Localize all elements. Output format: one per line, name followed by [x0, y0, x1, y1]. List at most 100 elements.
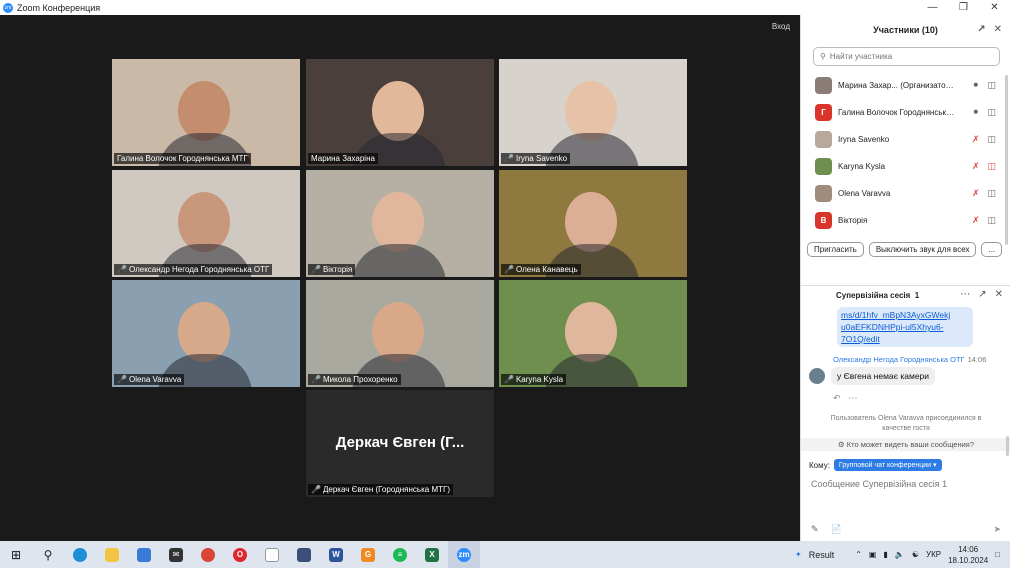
message-more-icon[interactable]: ⋯	[849, 393, 858, 404]
chat-more-icon[interactable]: ⋯	[960, 289, 970, 300]
clock[interactable]: 14:06 18.10.2024	[948, 544, 988, 566]
mic-muted-icon[interactable]: ✗	[972, 161, 980, 172]
participant-avatar	[815, 158, 832, 175]
notifications-icon[interactable]: □	[995, 550, 1000, 559]
mic-muted-icon[interactable]: ✗	[972, 215, 980, 226]
app-orange-icon[interactable]: G	[352, 541, 384, 568]
battery-icon[interactable]: ▮	[883, 550, 887, 559]
start-icon[interactable]: ⊞	[0, 541, 32, 568]
mic-muted-icon: 🎤	[117, 375, 127, 384]
word-icon[interactable]: W	[320, 541, 352, 568]
mic-muted-icon: 🎤	[504, 154, 514, 163]
participant-video	[306, 59, 494, 166]
chat-title: Супервізійна сесія	[836, 290, 911, 300]
tile-name-label: 🎤 Микола Прохоренко	[308, 374, 401, 385]
recipient-select[interactable]: Групповой чат конференции ▾	[833, 459, 942, 471]
participant-row[interactable]: Olena Varavva ✗ ◫	[801, 180, 1010, 207]
excel-icon[interactable]: X	[416, 541, 448, 568]
zoom-taskbar-icon[interactable]: zm	[448, 541, 480, 568]
video-tile[interactable]: Марина Захаріна	[306, 59, 494, 166]
video-stage: Вход Галина Волочок Городнянська МТГ Мари…	[0, 15, 800, 541]
video-icon[interactable]: ◫	[987, 80, 996, 91]
mic-muted-icon[interactable]: ✗	[972, 134, 980, 145]
participant-video	[306, 170, 494, 277]
chat-popout-icon[interactable]: ↗	[978, 289, 986, 300]
more-options-button[interactable]: ...	[981, 242, 1003, 257]
video-icon[interactable]: ◫	[987, 188, 996, 199]
file-icon[interactable]: 📄	[831, 524, 842, 535]
network-icon[interactable]: ▣	[869, 550, 877, 559]
participant-row[interactable]: Г Галина Волочок Городнянська ... ⚫ ◫	[801, 99, 1010, 126]
wifi-icon[interactable]: ☯	[912, 550, 919, 559]
mic-icon[interactable]: ⚫	[972, 80, 980, 91]
video-tile[interactable]: 🎤 Вікторія	[306, 170, 494, 277]
mic-muted-icon[interactable]: ✗	[972, 188, 980, 199]
tile-name: Олена Канавець	[515, 265, 578, 274]
search-icon: ⚲	[820, 52, 826, 61]
video-tile[interactable]: 🎤 Olena Varavva	[112, 280, 300, 387]
reply-icon[interactable]: ↶	[833, 393, 841, 404]
opera-icon[interactable]: O	[224, 541, 256, 568]
tile-name-label: 🎤 Деркач Євген (Городнянська МТГ)	[308, 484, 453, 495]
minimize-button[interactable]: —	[917, 0, 948, 15]
mic-muted-icon: 🎤	[311, 485, 321, 494]
participant-row[interactable]: Karyna Kysla ✗ ◫	[801, 153, 1010, 180]
mute-all-button[interactable]: Выключить звук для всех	[868, 242, 977, 257]
video-tile[interactable]: 🎤 Олександр Негода Городнянська ОТГ	[112, 170, 300, 277]
chrome-icon[interactable]	[192, 541, 224, 568]
video-icon[interactable]: ◫	[987, 215, 996, 226]
mail-icon[interactable]: ✉	[160, 541, 192, 568]
participants-title: Участники (10)	[873, 25, 938, 35]
who-can-see-link[interactable]: ⚙ Кто может видеть ваши сообщения?	[801, 438, 1010, 451]
video-tile[interactable]: 🎤 Iryna Savenko	[499, 59, 687, 166]
store-icon[interactable]	[128, 541, 160, 568]
participant-name: Галина Волочок Городнянська ...	[838, 108, 956, 117]
lang-indicator[interactable]: УКР	[926, 550, 941, 559]
shared-link[interactable]: ms/d/1hfv_mBpN3AyxGWekj u0aEFKDNHPpi-ul5…	[837, 307, 973, 347]
chevron-up-icon[interactable]: ⌃	[855, 550, 862, 559]
file-explorer-icon[interactable]	[96, 541, 128, 568]
taskbar: ⊞ ⚲ ✉ O W G ≡ X zm ✦ Result ⌃ ▣ ▮ 🔈 ☯ УК…	[0, 541, 1010, 568]
video-tile[interactable]: 🎤 Микола Прохоренко	[306, 280, 494, 387]
participant-name: Karyna Kysla	[838, 162, 886, 171]
chat-message-input[interactable]: Сообщение Супервізійна сесія 1	[811, 479, 1010, 489]
message-time: 14:06	[967, 355, 987, 364]
search-icon[interactable]: ⚲	[32, 541, 64, 568]
result-app-icon[interactable]: ✦	[795, 550, 802, 559]
notepad-icon[interactable]	[256, 541, 288, 568]
tile-name: Микола Прохоренко	[322, 375, 398, 384]
invite-button[interactable]: Пригласить	[807, 242, 864, 257]
participant-video	[499, 59, 687, 166]
close-icon[interactable]: ✕	[994, 24, 1002, 35]
participant-row[interactable]: В Вікторія ✗ ◫	[801, 207, 1010, 232]
participant-row[interactable]: Iryna Savenko ✗ ◫	[801, 126, 1010, 153]
video-tile[interactable]: 🎤 Олена Канавець	[499, 170, 687, 277]
video-icon[interactable]: ◫	[987, 134, 996, 145]
video-tile[interactable]: Галина Волочок Городнянська МТГ	[112, 59, 300, 166]
volume-icon[interactable]: 🔈	[895, 550, 905, 559]
tile-name-label: 🎤 Вікторія	[308, 264, 356, 275]
video-off-icon[interactable]: ◫	[987, 161, 996, 172]
app-green-icon[interactable]: ≡	[384, 541, 416, 568]
send-icon[interactable]: ➤	[993, 524, 1001, 535]
tile-name-label: 🎤 Олександр Негода Городнянська ОТГ	[114, 264, 273, 275]
result-label[interactable]: Result	[809, 550, 835, 560]
edge-icon[interactable]	[64, 541, 96, 568]
chat-sender: Олександр Негода Городнянська ОТГ 14:06	[833, 355, 1010, 364]
sender-name: Олександр Негода Городнянська ОТГ	[833, 355, 965, 364]
format-icon[interactable]: ✎	[811, 524, 819, 535]
video-icon[interactable]: ◫	[987, 107, 996, 118]
participant-row[interactable]: Марина Захар... (Организатор, я) ⚫ ◫	[801, 72, 1010, 99]
chat-close-icon[interactable]: ✕	[995, 289, 1003, 300]
login-link[interactable]: Вход	[772, 22, 790, 31]
participant-search-input[interactable]: ⚲ Найти участника	[813, 47, 1000, 66]
restore-button[interactable]: ❐	[948, 0, 979, 15]
close-button[interactable]: ✕	[979, 0, 1010, 15]
video-tile[interactable]: Деркач Євген (Г... 🎤 Деркач Євген (Городня…	[306, 390, 494, 497]
video-tile[interactable]: 🎤 Karyna Kysla	[499, 280, 687, 387]
window-title: Zoom Конференция	[17, 2, 101, 13]
participant-video	[112, 59, 300, 166]
save-icon[interactable]	[288, 541, 320, 568]
mic-icon[interactable]: ⚫	[972, 107, 980, 118]
popout-icon[interactable]: ↗	[977, 24, 985, 35]
